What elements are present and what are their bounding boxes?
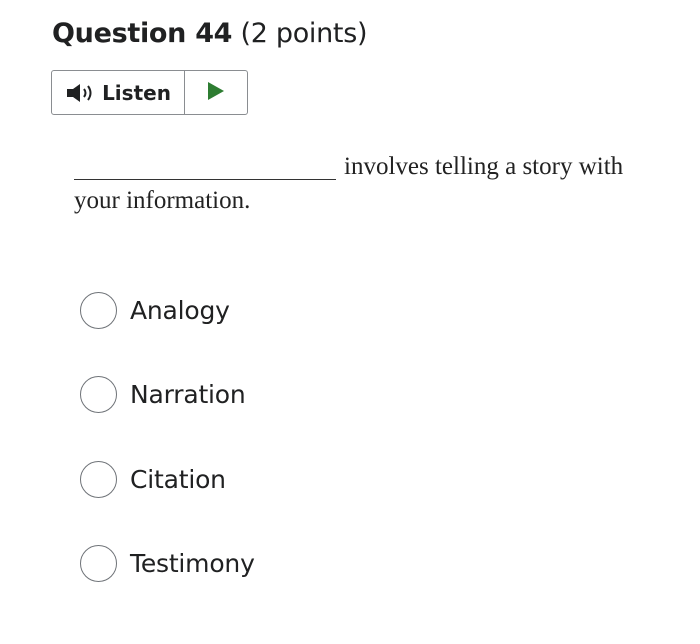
answer-options: Analogy Narration Citation Testimony: [80, 290, 255, 628]
listen-button[interactable]: Listen: [52, 71, 185, 114]
option-label: Citation: [130, 464, 226, 494]
option-testimony[interactable]: Testimony: [80, 544, 255, 584]
question-page: Question 44 (2 points) Listen involves t…: [0, 0, 700, 644]
option-narration[interactable]: Narration: [80, 375, 255, 415]
listen-widget: Listen: [51, 70, 248, 115]
question-title: Question 44 (2 points): [52, 14, 368, 54]
radio-button[interactable]: [80, 376, 117, 413]
answer-blank: [74, 149, 336, 180]
option-label: Testimony: [130, 549, 255, 578]
option-analogy[interactable]: Analogy: [80, 290, 255, 330]
play-icon: [206, 80, 226, 106]
radio-button[interactable]: [80, 460, 117, 498]
radio-button[interactable]: [80, 545, 117, 582]
listen-label: Listen: [102, 80, 171, 105]
play-button[interactable]: [185, 71, 247, 114]
option-label: Narration: [130, 380, 246, 409]
question-stem: involves telling a story with your infor…: [74, 149, 664, 218]
option-citation[interactable]: Citation: [80, 459, 255, 499]
option-label: Analogy: [130, 295, 230, 325]
radio-button[interactable]: [80, 291, 117, 329]
question-number: Question 44: [52, 18, 233, 49]
question-points: (2 points): [240, 18, 368, 49]
speaker-icon: [65, 82, 102, 104]
